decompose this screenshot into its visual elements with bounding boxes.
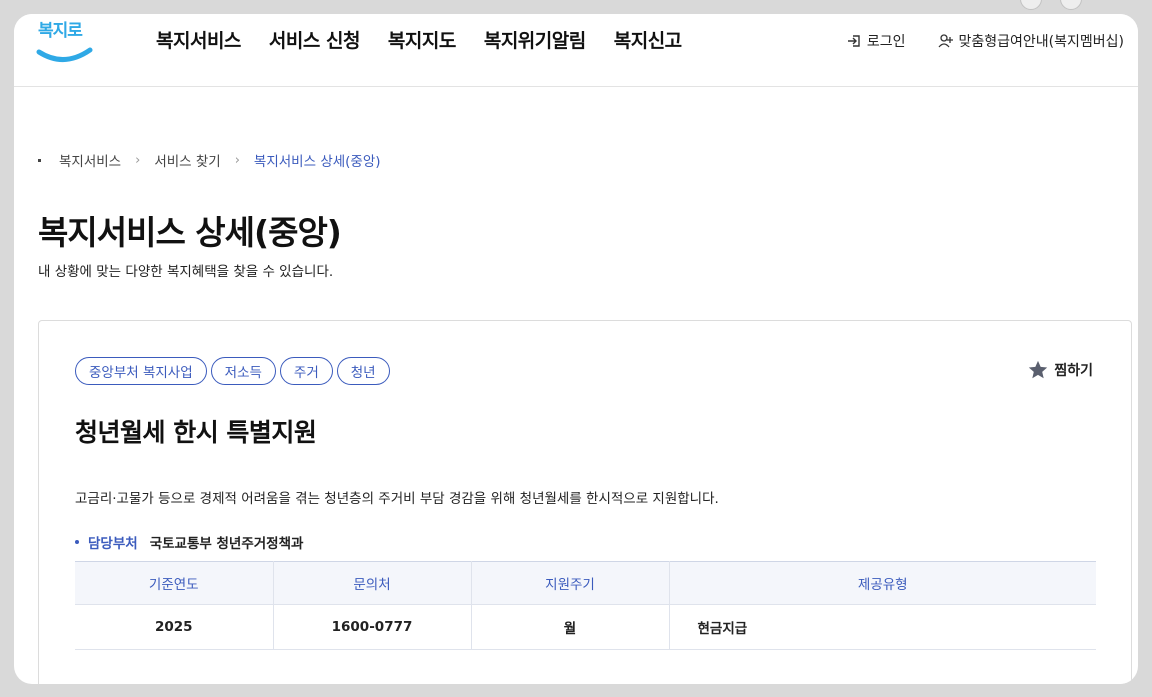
- cell-year: 2025: [75, 604, 274, 650]
- window-control[interactable]: [1060, 0, 1082, 10]
- site-logo[interactable]: 복지로: [36, 16, 96, 66]
- table-header-row: 기준연도 문의처 지원주기 제공유형: [75, 561, 1096, 605]
- membership-link[interactable]: 맞춤형급여안내(복지멤버십): [938, 31, 1124, 51]
- breadcrumb-item[interactable]: 서비스 찾기: [154, 150, 220, 170]
- department-label: 담당부처: [88, 536, 138, 552]
- nav-item-crisis-alert[interactable]: 복지위기알림: [484, 26, 586, 53]
- tag-chip[interactable]: 저소득: [210, 357, 276, 385]
- breadcrumb-current: 복지서비스 상세(중앙): [253, 154, 381, 170]
- login-icon: [847, 35, 860, 47]
- bullet-dot: [75, 540, 79, 544]
- login-link[interactable]: 로그인: [846, 31, 906, 51]
- column-header-year: 기준연도: [75, 561, 274, 605]
- column-header-type: 제공유형: [669, 561, 1096, 605]
- breadcrumb-home-dot: [38, 158, 41, 162]
- membership-label: 맞춤형급여안내(복지멤버십): [958, 34, 1124, 50]
- browser-page: 복지로 복지서비스 서비스 신청 복지지도 복지위기알림 복지신고 로그인 맞춤…: [14, 14, 1138, 684]
- utility-menu: 로그인 맞춤형급여안내(복지멤버십): [846, 31, 1124, 51]
- tag-chip[interactable]: 주거: [279, 357, 333, 385]
- breadcrumb-item[interactable]: 복지서비스: [59, 150, 121, 170]
- cell-cycle: 월: [471, 604, 670, 650]
- service-tags: 중앙부처 복지사업 저소득 주거 청년: [75, 357, 390, 385]
- logo-swoosh-icon: [36, 47, 93, 62]
- cell-type: 현금지급: [669, 604, 1096, 650]
- cell-contact: 1600-0777: [273, 604, 472, 650]
- department-value: 국토교통부 청년주거정책과: [149, 536, 304, 552]
- user-add-icon: [938, 34, 953, 48]
- tag-chip[interactable]: 중앙부처 복지사업: [75, 357, 207, 385]
- window-control[interactable]: [1020, 0, 1042, 10]
- nav-item-welfare-services[interactable]: 복지서비스: [156, 26, 241, 53]
- table-row: 2025 1600-0777 월 현금지급: [75, 604, 1096, 650]
- site-header: 복지로 복지서비스 서비스 신청 복지지도 복지위기알림 복지신고 로그인 맞춤…: [14, 14, 1138, 87]
- login-label: 로그인: [866, 34, 906, 50]
- column-header-cycle: 지원주기: [471, 561, 670, 605]
- favorite-button[interactable]: 찜하기: [1027, 359, 1093, 381]
- service-card: 중앙부처 복지사업 저소득 주거 청년 찜하기 청년월세 한시 특별지원 고금리…: [38, 320, 1132, 684]
- service-title: 청년월세 한시 특별지원: [75, 418, 317, 447]
- tag-chip[interactable]: 청년: [336, 357, 390, 385]
- main-nav: 복지서비스 서비스 신청 복지지도 복지위기알림 복지신고: [156, 26, 682, 53]
- nav-item-service-apply[interactable]: 서비스 신청: [269, 26, 361, 53]
- chevron-right-icon: ›: [234, 152, 240, 168]
- department-info: 담당부처 국토교통부 청년주거정책과: [75, 532, 303, 552]
- page-title: 복지서비스 상세(중앙): [38, 213, 342, 252]
- service-info-table: 기준연도 문의처 지원주기 제공유형 2025 1600-0777 월 현금지급: [75, 561, 1096, 650]
- star-icon: [1029, 360, 1048, 379]
- nav-item-welfare-map[interactable]: 복지지도: [388, 26, 456, 53]
- page-description: 내 상황에 맞는 다양한 복지혜택을 찾을 수 있습니다.: [38, 264, 334, 280]
- favorite-label: 찜하기: [1054, 363, 1093, 379]
- chevron-right-icon: ›: [135, 152, 141, 168]
- nav-item-report[interactable]: 복지신고: [614, 26, 682, 53]
- window-controls: [1020, 0, 1082, 10]
- breadcrumb: 복지서비스 › 서비스 찾기 › 복지서비스 상세(중앙): [38, 150, 381, 170]
- column-header-contact: 문의처: [273, 561, 472, 605]
- service-description: 고금리·고물가 등으로 경제적 어려움을 겪는 청년층의 주거비 부담 경감을 …: [75, 491, 719, 507]
